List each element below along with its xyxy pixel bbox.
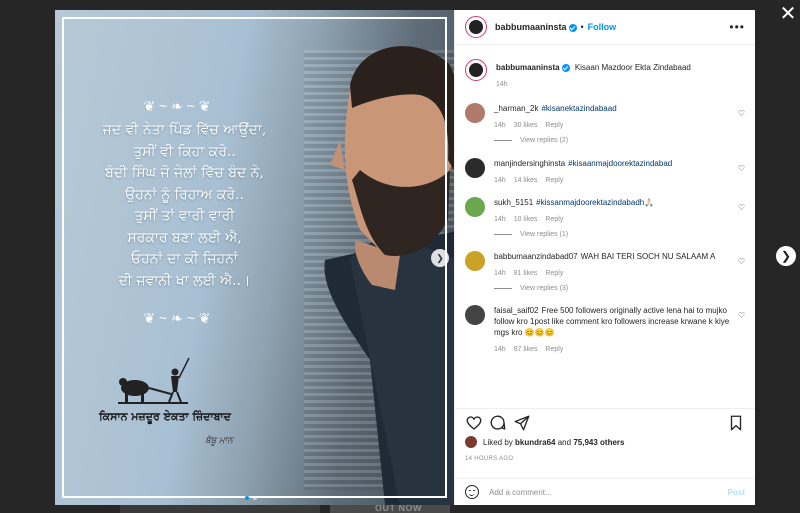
verse-line: ਸਰਕਾਰ ਬਣਾ ਲਈ ਐ, [127,229,242,246]
comment-text[interactable]: #kissanmajdoorektazindabadh🙏🏻 [536,198,654,207]
comment-likes[interactable]: 87 likes [514,346,538,353]
close-icon[interactable]: ✕ [778,4,798,24]
comment-username[interactable]: manjindersinghinsta [494,159,565,168]
comment-item: manjindersinghinsta #kisaanmajdoorektazin… [455,158,755,184]
post-image: ❦ ~ ❧ ~ ❦ ਜਦ ਵੀ ਨੇਤਾ ਪਿੰਡ ਵਿੱਚ ਆਉਂਦਾ, ਤੁ… [55,10,454,505]
comment-item: _harman_2k #kisanektazindabaad 14h 30 like… [455,103,755,144]
next-post-chevron-right-icon[interactable]: ❯ [776,246,796,266]
liked-by-and: and [557,437,572,447]
caption-time: 14h [496,81,508,88]
verse-line: ਉਹਨਾਂ ਨੂੰ ਰਿਹਾਅ ਕਰੋ.. [125,186,244,203]
carousel-dot [253,496,257,500]
verse-line: ਤੁਸੀਂ ਤਾਂ ਵਾਰੀ ਵਾਰੀ [134,208,235,224]
flourish-top: ❦ ~ ❧ ~ ❦ [143,98,211,114]
commenter-avatar[interactable] [465,251,485,271]
heart-icon[interactable] [465,414,483,432]
comment-username[interactable]: sukh_5151 [494,198,533,207]
liked-by: Liked by bkundra64 and 75,943 others [465,436,745,448]
comment-icon[interactable] [489,414,507,432]
comment-likes[interactable]: 30 likes [514,122,538,129]
verse-line: ਤੁਸੀਂ ਵੀ ਕਿਹਾ ਕਰੋ.. [133,143,236,160]
commenter-avatar[interactable] [465,305,485,325]
commenter-avatar[interactable] [465,197,485,217]
verified-badge-icon [561,63,570,72]
comment-like-heart-icon[interactable]: ♡ [738,311,745,320]
liker-avatar[interactable] [465,436,477,448]
comment-like-heart-icon[interactable]: ♡ [738,164,745,173]
posted-time[interactable]: 14 HOURS AGO [465,456,513,462]
carousel-next-icon[interactable]: ❯ [431,249,449,267]
post-modal: ❦ ~ ❧ ~ ❦ ਜਦ ਵੀ ਨੇਤਾ ਪਿੰਡ ਵਿੱਚ ਆਉਂਦਾ, ਤੁ… [55,10,755,505]
carousel-dots [245,496,257,500]
comment-like-heart-icon[interactable]: ♡ [738,257,745,266]
liked-by-user[interactable]: bkundra64 [515,438,555,447]
reply-button[interactable]: Reply [545,270,563,277]
post-header: babbumaaninsta • Follow ••• [455,10,755,45]
comment-time: 14h [494,270,506,277]
caption-avatar[interactable] [465,59,487,81]
post-sidebar: babbumaaninsta • Follow ••• babbumaanins… [454,10,755,505]
separator-dot: • [580,22,584,32]
bookmark-icon[interactable] [727,414,745,432]
comment-time: 14h [494,216,506,223]
carousel-dot [245,496,249,500]
share-icon[interactable] [513,414,531,432]
verse-line: ਦੀ ਜਵਾਨੀ ਖਾ ਲਈ ਐ..। [118,272,251,289]
comment-time: 14h [494,346,506,353]
comment-text[interactable]: #kisaanmajdoorektazindabad [568,159,672,168]
view-replies-button[interactable]: View replies (1) [494,231,745,238]
caption-username[interactable]: babbumaaninsta [496,63,570,72]
commenter-avatar[interactable] [465,103,485,123]
comment-username[interactable]: _harman_2k [494,104,538,113]
farmer-plough-illustration [118,357,190,404]
comment-likes[interactable]: 14 likes [514,177,538,184]
comment-time: 14h [494,177,506,184]
comment-like-heart-icon[interactable]: ♡ [738,203,745,212]
comment-time: 14h [494,122,506,129]
caption-text: Kisaan Mazdoor Ekta Zindabaad [574,63,691,72]
follow-button[interactable]: Follow [588,22,617,32]
punjabi-verse: ਜਦ ਵੀ ਨੇਤਾ ਪਿੰਡ ਵਿੱਚ ਆਉਂਦਾ, ਤੁਸੀਂ ਵੀ ਕਿਹ… [77,120,292,292]
add-comment-bar: Post [455,478,755,505]
comment-like-heart-icon[interactable]: ♡ [738,109,745,118]
post-comment-button[interactable]: Post [728,488,745,497]
liked-by-count[interactable]: 75,943 others [573,438,624,447]
post-actions [455,408,755,436]
view-replies-button[interactable]: View replies (2) [494,137,745,144]
image-footer-caption: ਕਿਸਾਨ ਮਜ਼ਦੂਰ ਏਕਤਾ ਜ਼ਿੰਦਾਬਾਦ [99,410,231,423]
image-signature: ਬੱਬੂ ਮਾਨ [205,435,233,445]
comment-item: babbumaanzindabad07 WAH BAI TERI SOCH NU … [455,251,755,292]
reply-button[interactable]: Reply [545,122,563,129]
comment-username[interactable]: faisal_saif02 [494,306,538,315]
comments-list[interactable]: babbumaaninsta Kisaan Mazdoor Ekta Zinda… [455,46,755,408]
reply-button[interactable]: Reply [545,216,563,223]
comment-item: sukh_5151 #kissanmajdoorektazindabadh🙏🏻 1… [455,197,755,238]
author-avatar[interactable] [465,16,487,38]
more-options-icon[interactable]: ••• [729,20,745,34]
reply-button[interactable]: Reply [545,346,563,353]
comment-likes[interactable]: 81 likes [514,270,538,277]
comment-username[interactable]: babbumaanzindabad07 [494,252,578,261]
verified-badge-icon [568,23,577,32]
emoji-icon[interactable] [465,485,479,499]
comment-text: WAH BAI TERI SOCH NU SALAAM A [580,252,716,261]
verse-line: ਜਦ ਵੀ ਨੇਤਾ ਪਿੰਡ ਵਿੱਚ ਆਉਂਦਾ, [102,122,267,138]
comment-input[interactable] [489,487,728,497]
liked-by-prefix: Liked by [483,437,513,447]
flourish-bottom: ❦ ~ ❧ ~ ❦ [143,310,211,326]
verse-line: ਬੰਦੀ ਸਿੰਘ ਜੋ ਜੇਲਾਂ ਵਿੱਚ ਬੰਦ ਨੇ, [105,165,264,181]
verse-line: ਓਹਨਾਂ ਦਾ ਕੀ ਜਿਹਨਾਂ [131,251,238,267]
author-username[interactable]: babbumaaninsta [495,22,577,32]
view-replies-button[interactable]: View replies (3) [494,285,745,292]
comment-text[interactable]: #kisanektazindabaad [541,104,616,113]
post-caption: babbumaaninsta Kisaan Mazdoor Ekta Zinda… [455,59,755,88]
reply-button[interactable]: Reply [545,177,563,184]
comment-likes[interactable]: 10 likes [514,216,538,223]
commenter-avatar[interactable] [465,158,485,178]
comment-item: faisal_saif02 Free 500 followers original… [455,305,755,353]
